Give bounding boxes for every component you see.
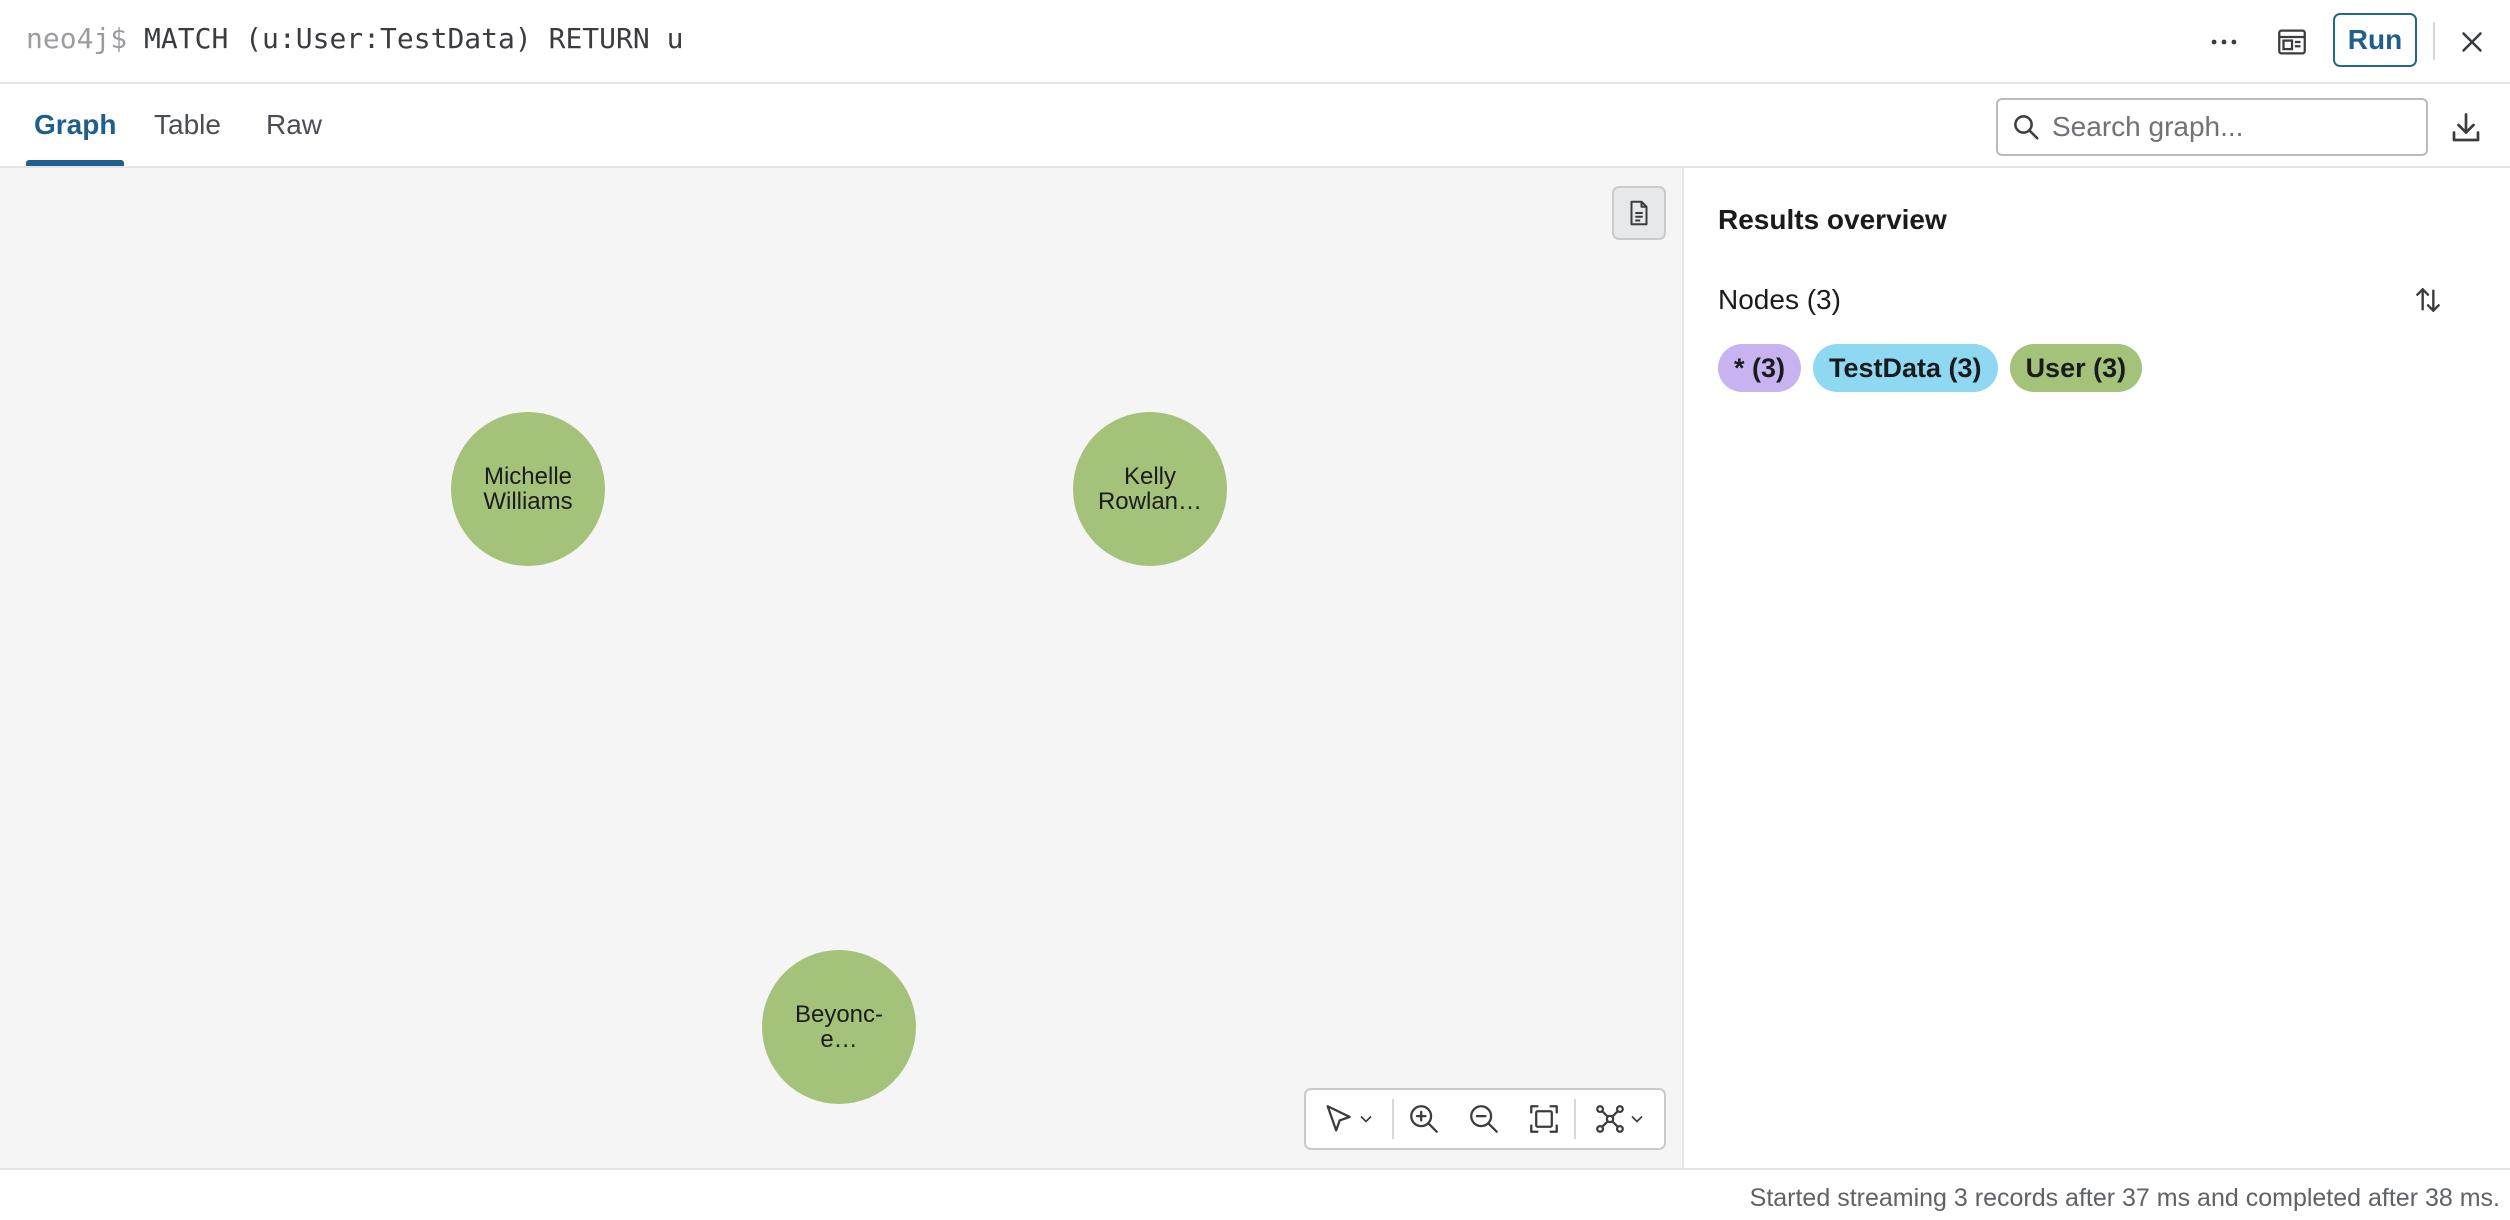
search-graph xyxy=(1996,98,2428,156)
query-editor[interactable]: neo4j$ MATCH (u:User:TestData) RETURN u xyxy=(26,20,683,58)
tab-raw[interactable]: Raw xyxy=(266,84,322,166)
chip-all-nodes[interactable]: * (3) xyxy=(1718,344,1802,392)
chip-testdata[interactable]: TestData (3) xyxy=(1813,344,1998,392)
close-icon[interactable] xyxy=(2444,14,2500,70)
graph-toolbar xyxy=(1304,1088,1666,1150)
overview-title: Results overview xyxy=(1718,204,1947,235)
query-bar: neo4j$ MATCH (u:User:TestData) RETURN u … xyxy=(0,0,2510,84)
sort-icon[interactable] xyxy=(2406,278,2450,322)
result-tabs-row: Graph Table Raw xyxy=(0,84,2510,168)
node-label: Beyonc- e… xyxy=(794,1001,884,1053)
more-icon[interactable] xyxy=(2196,14,2252,70)
document-icon xyxy=(1630,200,1648,226)
node-label: Michelle Williams xyxy=(483,463,573,515)
graph-canvas[interactable]: Michelle Williams Kelly Rowlan… Beyonc- … xyxy=(0,168,1684,1168)
download-icon[interactable] xyxy=(2440,102,2492,154)
run-button[interactable]: Run xyxy=(2333,13,2417,67)
node-label: Kelly Rowlan… xyxy=(1097,463,1203,515)
label-chips: * (3) TestData (3) User (3) xyxy=(1718,344,2143,392)
graph-node[interactable]: Michelle Williams xyxy=(451,412,605,566)
graph-node[interactable]: Kelly Rowlan… xyxy=(1073,412,1227,566)
query-text[interactable]: MATCH (u:User:TestData) RETURN u xyxy=(144,22,683,55)
status-bar: Started streaming 3 records after 37 ms … xyxy=(0,1168,2510,1220)
fit-to-screen-icon[interactable] xyxy=(1514,1090,1574,1148)
zoom-in-icon[interactable] xyxy=(1394,1090,1454,1148)
tab-table[interactable]: Table xyxy=(154,84,221,166)
pin-panel-icon[interactable] xyxy=(2264,14,2320,70)
zoom-out-icon[interactable] xyxy=(1454,1090,1514,1148)
results-overview-panel: Results overview Nodes (3) * (3) TestDat… xyxy=(1686,168,2510,1168)
select-pointer-icon[interactable] xyxy=(1306,1090,1392,1148)
tab-graph[interactable]: Graph xyxy=(25,84,125,166)
search-input[interactable] xyxy=(2052,111,2412,143)
search-icon xyxy=(2008,109,2044,145)
chevron-down-icon xyxy=(1631,1115,1643,1123)
nodes-count-label: Nodes (3) xyxy=(1718,284,1841,315)
legend-toggle-button[interactable] xyxy=(1612,186,1666,240)
chip-user[interactable]: User (3) xyxy=(2009,344,2143,392)
graph-node[interactable]: Beyonc- e… xyxy=(762,950,916,1104)
divider xyxy=(2433,22,2435,60)
layout-icon[interactable] xyxy=(1576,1090,1664,1148)
chevron-down-icon xyxy=(1360,1115,1372,1123)
query-prompt: neo4j$ xyxy=(26,22,128,55)
status-message: Started streaming 3 records after 37 ms … xyxy=(1749,1184,2500,1212)
